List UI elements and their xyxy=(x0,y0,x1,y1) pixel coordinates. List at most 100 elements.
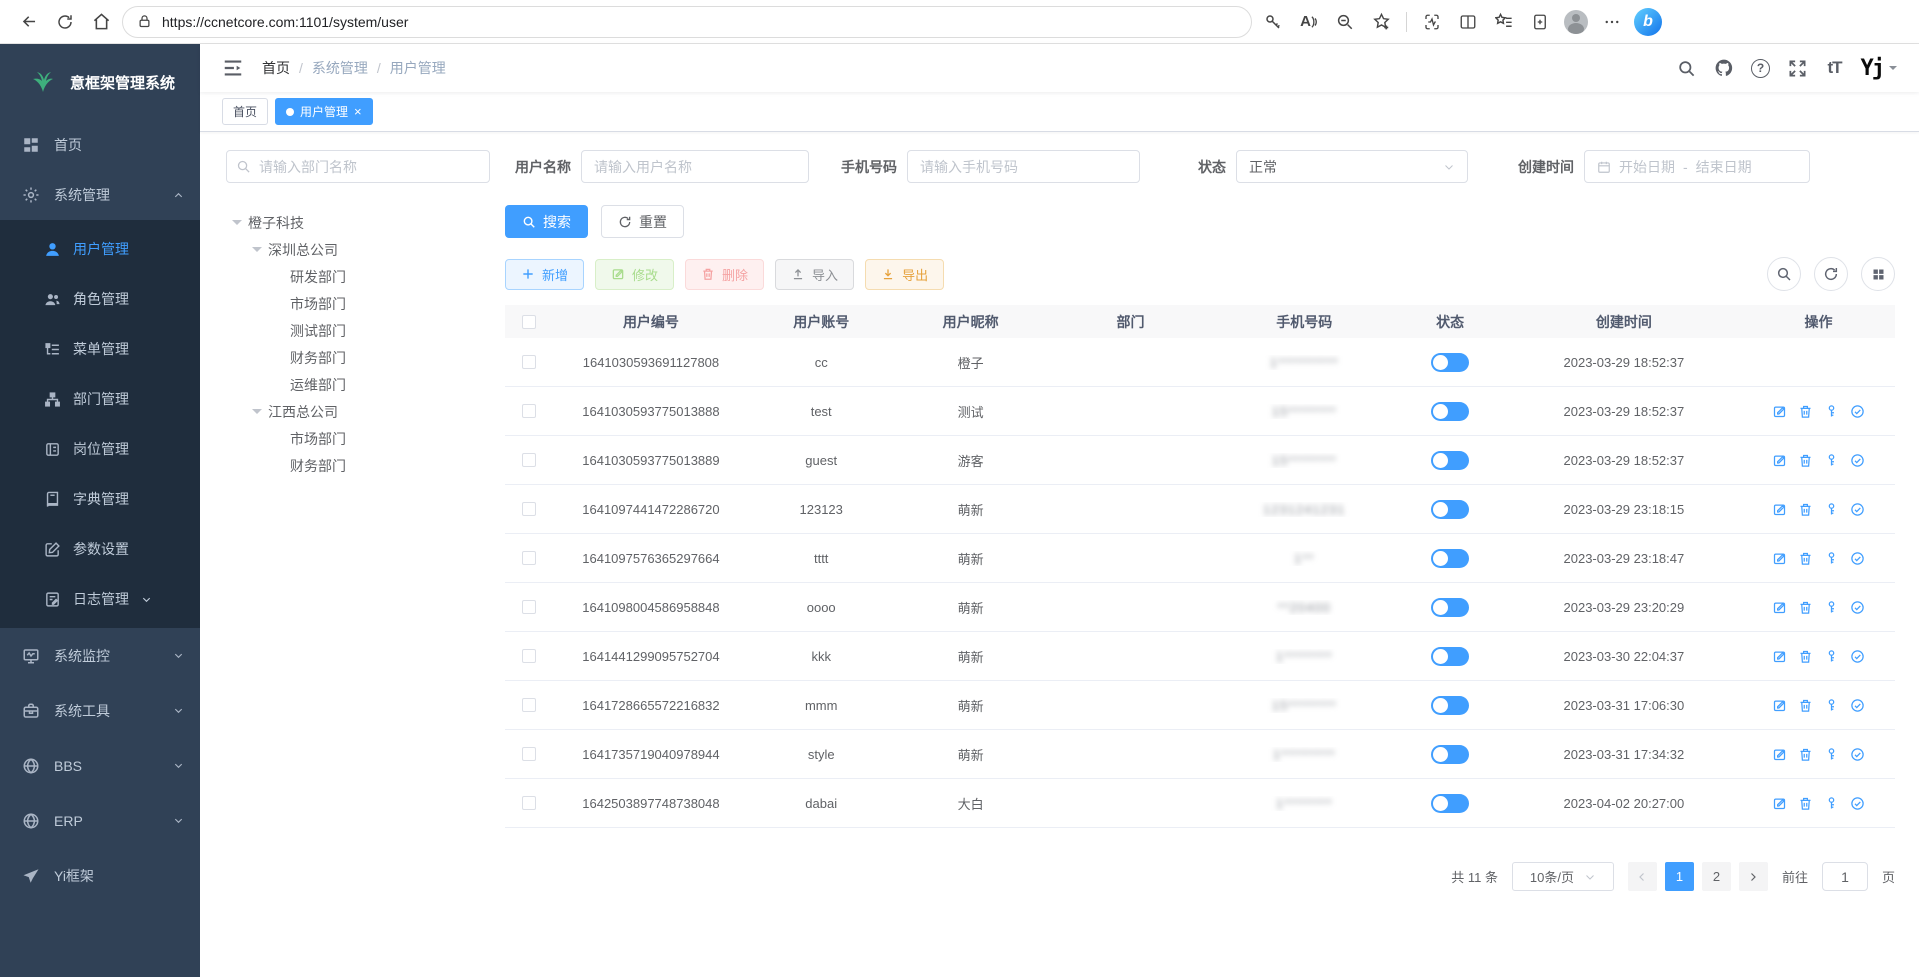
row-assign-role-icon[interactable] xyxy=(1850,796,1865,811)
sidebar-item-monitor[interactable]: 系统监控 xyxy=(0,628,200,683)
goto-page-input[interactable] xyxy=(1822,862,1868,891)
delete-button[interactable]: 删除 xyxy=(685,259,764,290)
status-toggle[interactable] xyxy=(1431,794,1469,813)
row-checkbox[interactable] xyxy=(522,502,536,516)
font-size-icon[interactable]: tT xyxy=(1824,57,1846,79)
row-assign-role-icon[interactable] xyxy=(1850,453,1865,468)
browser-home-icon[interactable] xyxy=(86,7,116,37)
status-select[interactable]: 正常 xyxy=(1236,150,1468,183)
sidebar-item-system[interactable]: 系统管理 xyxy=(0,170,200,220)
date-range-picker[interactable]: 开始日期 - 结束日期 xyxy=(1584,150,1810,183)
row-assign-role-icon[interactable] xyxy=(1850,747,1865,762)
row-edit-icon[interactable] xyxy=(1772,600,1787,615)
tree-node[interactable]: 橙子科技 xyxy=(226,209,490,236)
row-assign-role-icon[interactable] xyxy=(1850,600,1865,615)
username-input[interactable] xyxy=(581,150,809,183)
row-reset-password-icon[interactable] xyxy=(1824,551,1839,566)
caret-down-icon[interactable] xyxy=(252,247,262,257)
browser-essentials-icon[interactable] xyxy=(1417,7,1447,37)
refresh-table-button[interactable] xyxy=(1814,257,1848,291)
row-delete-icon[interactable] xyxy=(1798,600,1813,615)
tree-node[interactable]: 市场部门 xyxy=(226,425,490,452)
password-key-icon[interactable] xyxy=(1258,7,1288,37)
export-button[interactable]: 导出 xyxy=(865,259,944,290)
browser-menu-icon[interactable] xyxy=(1597,7,1627,37)
caret-down-icon[interactable] xyxy=(252,409,262,419)
row-delete-icon[interactable] xyxy=(1798,649,1813,664)
status-toggle[interactable] xyxy=(1431,402,1469,421)
sidebar-item-tools[interactable]: 系统工具 xyxy=(0,683,200,738)
zoom-out-icon[interactable] xyxy=(1330,7,1360,37)
sidebar-item-dept-mgmt[interactable]: 部门管理 xyxy=(0,374,200,424)
breadcrumb-home[interactable]: 首页 xyxy=(262,58,290,78)
page-button-2[interactable]: 2 xyxy=(1702,862,1731,891)
row-edit-icon[interactable] xyxy=(1772,502,1787,517)
search-button[interactable]: 搜索 xyxy=(505,205,588,238)
row-checkbox[interactable] xyxy=(522,404,536,418)
row-reset-password-icon[interactable] xyxy=(1824,649,1839,664)
sidebar-item-user-mgmt[interactable]: 用户管理 xyxy=(0,224,200,274)
show-search-toggle-button[interactable] xyxy=(1767,257,1801,291)
caret-down-icon[interactable] xyxy=(232,220,242,230)
row-delete-icon[interactable] xyxy=(1798,551,1813,566)
close-tab-icon[interactable]: × xyxy=(354,105,362,118)
dept-search-input[interactable] xyxy=(226,150,490,183)
row-reset-password-icon[interactable] xyxy=(1824,404,1839,419)
row-checkbox[interactable] xyxy=(522,551,536,565)
row-edit-icon[interactable] xyxy=(1772,453,1787,468)
import-button[interactable]: 导入 xyxy=(775,259,854,290)
address-bar[interactable]: https://ccnetcore.com:1101/system/user xyxy=(122,6,1252,38)
tab-home[interactable]: 首页 xyxy=(222,98,268,125)
row-reset-password-icon[interactable] xyxy=(1824,502,1839,517)
favorite-star-icon[interactable] xyxy=(1366,7,1396,37)
tree-node[interactable]: 财务部门 xyxy=(226,452,490,479)
page-button-1[interactable]: 1 xyxy=(1665,862,1694,891)
user-avatar[interactable]: Yj xyxy=(1861,56,1898,81)
select-all-checkbox[interactable] xyxy=(522,315,536,329)
reset-button[interactable]: 重置 xyxy=(601,205,684,238)
row-checkbox[interactable] xyxy=(522,747,536,761)
row-assign-role-icon[interactable] xyxy=(1850,502,1865,517)
help-icon[interactable]: ? xyxy=(1750,57,1772,79)
row-reset-password-icon[interactable] xyxy=(1824,796,1839,811)
status-toggle[interactable] xyxy=(1431,353,1469,372)
row-edit-icon[interactable] xyxy=(1772,747,1787,762)
row-delete-icon[interactable] xyxy=(1798,698,1813,713)
row-checkbox[interactable] xyxy=(522,453,536,467)
split-screen-icon[interactable] xyxy=(1453,7,1483,37)
row-reset-password-icon[interactable] xyxy=(1824,747,1839,762)
row-checkbox[interactable] xyxy=(522,355,536,369)
row-reset-password-icon[interactable] xyxy=(1824,698,1839,713)
tab-user-mgmt[interactable]: 用户管理 × xyxy=(275,98,373,125)
status-toggle[interactable] xyxy=(1431,696,1469,715)
tree-node[interactable]: 深圳总公司 xyxy=(226,236,490,263)
profile-avatar[interactable] xyxy=(1561,7,1591,37)
row-delete-icon[interactable] xyxy=(1798,453,1813,468)
header-search-icon[interactable] xyxy=(1676,57,1698,79)
fullscreen-icon[interactable] xyxy=(1787,57,1809,79)
row-assign-role-icon[interactable] xyxy=(1850,404,1865,419)
sidebar-item-yi-framework[interactable]: Yi框架 xyxy=(0,848,200,903)
status-toggle[interactable] xyxy=(1431,500,1469,519)
column-settings-button[interactable] xyxy=(1861,257,1895,291)
favorites-bar-icon[interactable] xyxy=(1489,7,1519,37)
row-edit-icon[interactable] xyxy=(1772,649,1787,664)
row-checkbox[interactable] xyxy=(522,649,536,663)
row-edit-icon[interactable] xyxy=(1772,698,1787,713)
row-edit-icon[interactable] xyxy=(1772,404,1787,419)
copilot-bing-icon[interactable]: b xyxy=(1633,7,1663,37)
browser-back-icon[interactable] xyxy=(14,7,44,37)
sidebar-item-home[interactable]: 首页 xyxy=(0,120,200,170)
status-toggle[interactable] xyxy=(1431,745,1469,764)
status-toggle[interactable] xyxy=(1431,451,1469,470)
sidebar-item-log-mgmt[interactable]: 日志管理 xyxy=(0,574,200,624)
row-assign-role-icon[interactable] xyxy=(1850,551,1865,566)
tree-node[interactable]: 测试部门 xyxy=(226,317,490,344)
github-icon[interactable] xyxy=(1713,57,1735,79)
page-size-select[interactable]: 10条/页 xyxy=(1512,862,1614,891)
row-reset-password-icon[interactable] xyxy=(1824,600,1839,615)
tree-node[interactable]: 财务部门 xyxy=(226,344,490,371)
row-checkbox[interactable] xyxy=(522,796,536,810)
sidebar-item-menu-mgmt[interactable]: 菜单管理 xyxy=(0,324,200,374)
row-edit-icon[interactable] xyxy=(1772,796,1787,811)
